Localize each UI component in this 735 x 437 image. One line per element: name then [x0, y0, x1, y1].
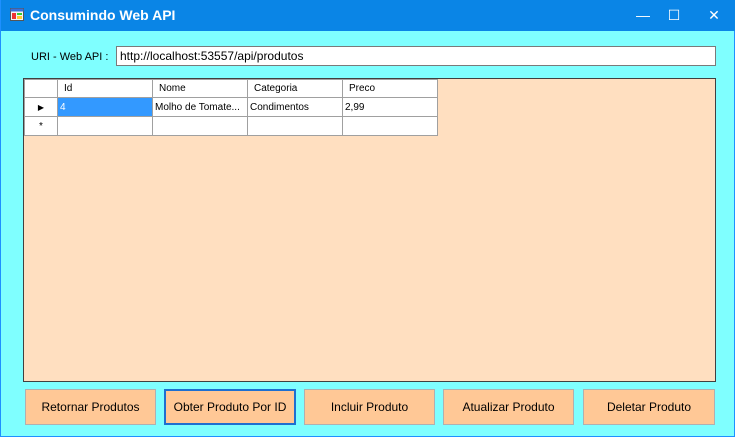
new-cell-nome[interactable]: [152, 116, 248, 136]
new-row[interactable]: *: [24, 116, 438, 136]
app-icon: [10, 8, 24, 21]
column-header-preco[interactable]: Preco: [342, 79, 438, 98]
column-header-id[interactable]: Id: [57, 79, 153, 98]
new-cell-categoria[interactable]: [247, 116, 343, 136]
uri-label: URI - Web API :: [31, 51, 109, 63]
deletar-produto-button[interactable]: Deletar Produto: [583, 389, 715, 425]
cell-preco[interactable]: 2,99: [342, 97, 438, 117]
row-header-corner[interactable]: [24, 79, 58, 98]
obter-produto-por-id-button[interactable]: Obter Produto Por ID: [164, 389, 296, 425]
title-bar[interactable]: Consumindo Web API — ☐ ✕: [1, 0, 735, 31]
incluir-produto-button[interactable]: Incluir Produto: [304, 389, 435, 425]
grid-header-row: Id Nome Categoria Preco: [24, 79, 438, 98]
products-table[interactable]: Id Nome Categoria Preco ▶ 4 Molho de Tom…: [24, 79, 438, 136]
cell-nome[interactable]: Molho de Tomate...: [152, 97, 248, 117]
close-icon[interactable]: ✕: [691, 0, 735, 31]
products-grid[interactable]: Id Nome Categoria Preco ▶ 4 Molho de Tom…: [23, 78, 716, 382]
column-header-categoria[interactable]: Categoria: [247, 79, 343, 98]
new-cell-preco[interactable]: [342, 116, 438, 136]
cell-categoria[interactable]: Condimentos: [247, 97, 343, 117]
main-window: Consumindo Web API — ☐ ✕ URI - Web API :…: [0, 0, 735, 437]
window-title: Consumindo Web API: [30, 7, 176, 23]
column-header-nome[interactable]: Nome: [152, 79, 248, 98]
new-cell-id[interactable]: [57, 116, 153, 136]
table-row[interactable]: ▶ 4 Molho de Tomate... Condimentos 2,99: [24, 97, 438, 117]
cell-id[interactable]: 4: [57, 97, 153, 117]
row-pointer-icon[interactable]: ▶: [24, 97, 58, 117]
retornar-produtos-button[interactable]: Retornar Produtos: [25, 389, 156, 425]
uri-input[interactable]: http://localhost:53557/api/produtos: [116, 46, 716, 66]
new-row-marker[interactable]: *: [24, 116, 58, 136]
atualizar-produto-button[interactable]: Atualizar Produto: [443, 389, 574, 425]
